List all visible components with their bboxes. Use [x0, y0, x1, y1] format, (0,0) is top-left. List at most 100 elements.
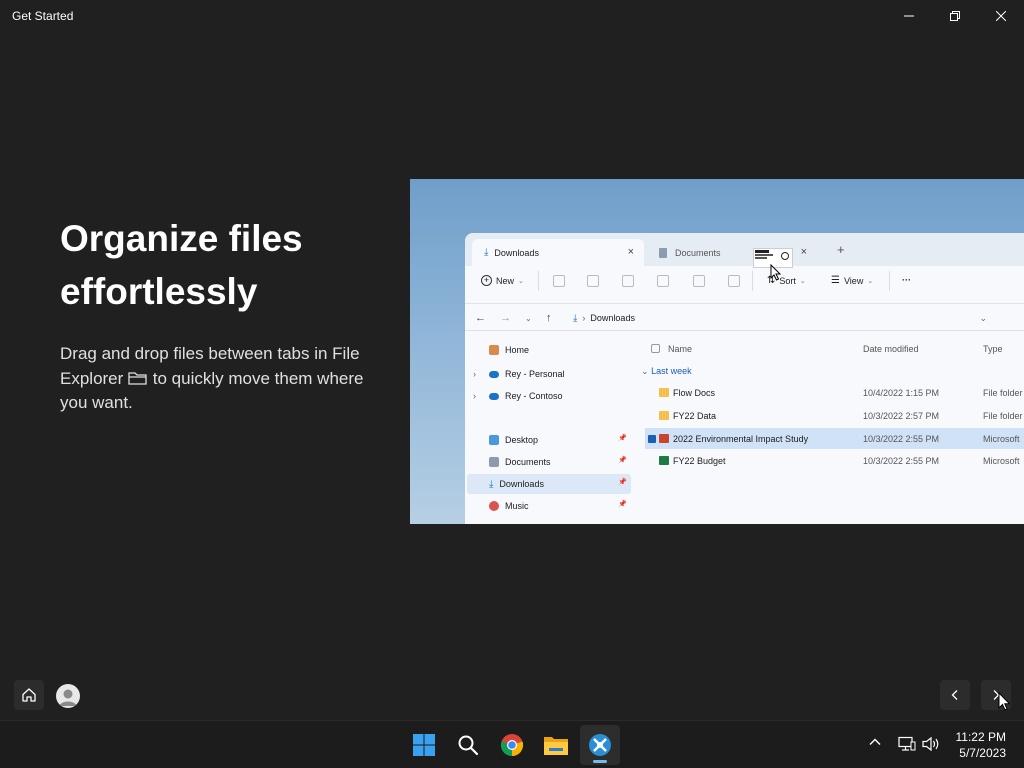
add-icon: + [481, 275, 492, 286]
address-path: Downloads [590, 313, 635, 323]
folder-icon [128, 371, 147, 385]
paste-icon [622, 275, 634, 287]
music-icon [489, 501, 499, 511]
page-description: Drag and drop files between tabs in File… [60, 342, 390, 416]
file-name: Flow Docs [673, 387, 716, 398]
restore-button[interactable] [932, 0, 978, 32]
get-started-icon [589, 734, 611, 756]
file-type: Microsoft [983, 433, 1020, 444]
search-icon [458, 735, 479, 756]
chevron-down-icon: ⌄ [641, 366, 649, 376]
rename-icon [657, 275, 669, 287]
close-button[interactable] [978, 0, 1024, 32]
chevron-down-icon: ⌄ [979, 312, 987, 323]
previous-page-button[interactable] [940, 680, 970, 710]
tab-close-icon: × [627, 246, 634, 258]
toolbar-view-label: View [843, 275, 864, 286]
copy-icon [587, 275, 599, 287]
volume-icon[interactable] [922, 736, 940, 752]
toolbar-separator [538, 271, 539, 291]
sidebar-label: Rey - Contoso [505, 391, 563, 401]
file-date: 10/3/2022 2:57 PM [863, 410, 940, 421]
window-title: Get Started [12, 9, 74, 23]
chevron-down-icon: ⌄ [525, 314, 532, 323]
home-icon [489, 345, 499, 355]
taskbar-get-started[interactable] [580, 725, 620, 765]
delete-icon [728, 275, 740, 287]
toolbar-separator [889, 271, 890, 291]
file-date: 10/4/2022 1:15 PM [863, 387, 940, 398]
file-row: FY22 Budget 10/3/2022 2:55 PM Microsoft [645, 450, 1024, 471]
checkbox-checked-icon [648, 434, 656, 443]
column-header-name: Name [668, 344, 693, 354]
folder-icon [659, 388, 669, 397]
file-explorer-illustration: ⤓ Downloads × Documents × + + New ⌄ ⇅ So… [465, 233, 1024, 524]
chevron-left-icon [951, 690, 958, 700]
clock-date: 5/7/2023 [959, 746, 1006, 760]
show-hidden-icons-chevron-up-icon[interactable] [868, 735, 882, 749]
person-icon [59, 689, 77, 706]
start-button[interactable] [404, 725, 444, 765]
explorer-address-bar: ⤓ › Downloads ⌄ [567, 308, 1007, 328]
home-icon [22, 688, 36, 702]
page-headline: Organize files effortlessly [60, 218, 303, 312]
pin-icon: 📌 [618, 435, 627, 442]
sidebar-label: Desktop [505, 435, 539, 445]
sidebar-item-desktop: Desktop 📌 [487, 430, 631, 450]
chevron-down-icon: ⌄ [518, 277, 524, 285]
powerpoint-icon [659, 434, 669, 443]
toolbar-sort: ⇅ Sort ⌄ [767, 275, 806, 286]
sidebar-item-rey-personal: › Rey - Personal [473, 364, 631, 384]
sidebar-item-music: Music 📌 [487, 496, 631, 516]
sidebar-item-documents: Documents 📌 [487, 452, 631, 472]
home-button[interactable] [14, 680, 44, 710]
file-date: 10/3/2022 2:55 PM [863, 433, 940, 444]
download-icon: ⤓ [489, 478, 494, 490]
up-arrow-icon: ↑ [546, 312, 552, 324]
file-type: File folder [983, 387, 1023, 398]
taskbar-file-explorer[interactable] [536, 725, 576, 765]
file-date: 10/3/2022 2:55 PM [863, 455, 940, 466]
file-row-selected: 2022 Environmental Impact Study 10/3/202… [645, 428, 1024, 449]
taskbar-search-button[interactable] [448, 725, 488, 765]
chrome-icon [500, 734, 524, 757]
pin-icon: 📌 [618, 457, 627, 464]
chevron-right-icon: › [473, 391, 476, 401]
sidebar-item-home: Home [487, 340, 631, 360]
more-options-icon: ··· [902, 275, 911, 285]
cut-icon [553, 275, 565, 287]
no-drop-icon [781, 252, 789, 260]
title-bar: Get Started [0, 0, 1024, 32]
tab-label: Downloads [494, 247, 539, 258]
taskbar-chrome[interactable] [492, 725, 532, 765]
back-arrow-icon: ← [475, 312, 486, 324]
share-icon [693, 275, 705, 287]
clock-time: 11:22 PM [955, 730, 1006, 744]
file-type: File folder [983, 410, 1023, 421]
file-name: 2022 Environmental Impact Study [673, 433, 809, 444]
view-icon: ☰ [831, 275, 840, 286]
toolbar-sort-label: Sort [779, 275, 796, 286]
sort-icon: ⇅ [767, 275, 776, 286]
file-row: Flow Docs 10/4/2022 1:15 PM File folder [645, 382, 1024, 403]
explorer-address-row: ← → ⌄ ↑ ⤓ › Downloads ⌄ [465, 303, 1024, 331]
column-header-type: Type [983, 344, 1003, 354]
restore-icon [950, 11, 960, 21]
file-name: FY22 Data [673, 410, 717, 421]
toolbar-new-label: New [496, 275, 515, 286]
taskbar-clock[interactable]: 11:22 PM 5/7/2023 [956, 729, 1006, 761]
chevron-down-icon: ⌄ [867, 277, 874, 285]
minimize-button[interactable] [886, 0, 932, 32]
account-avatar[interactable] [56, 684, 80, 708]
download-icon: ⤓ [484, 247, 489, 258]
cloud-icon [489, 392, 499, 400]
sidebar-label: Downloads [499, 479, 544, 489]
minimize-icon [904, 15, 914, 17]
forward-arrow-icon: → [500, 312, 511, 324]
group-label: Last week [651, 366, 692, 376]
sidebar-label: Home [505, 345, 530, 355]
network-icon[interactable] [898, 736, 916, 752]
document-icon [659, 247, 667, 258]
group-header-last-week: ⌄ Last week [641, 366, 692, 377]
explorer-tab-strip: ⤓ Downloads × Documents × + [465, 233, 1024, 281]
